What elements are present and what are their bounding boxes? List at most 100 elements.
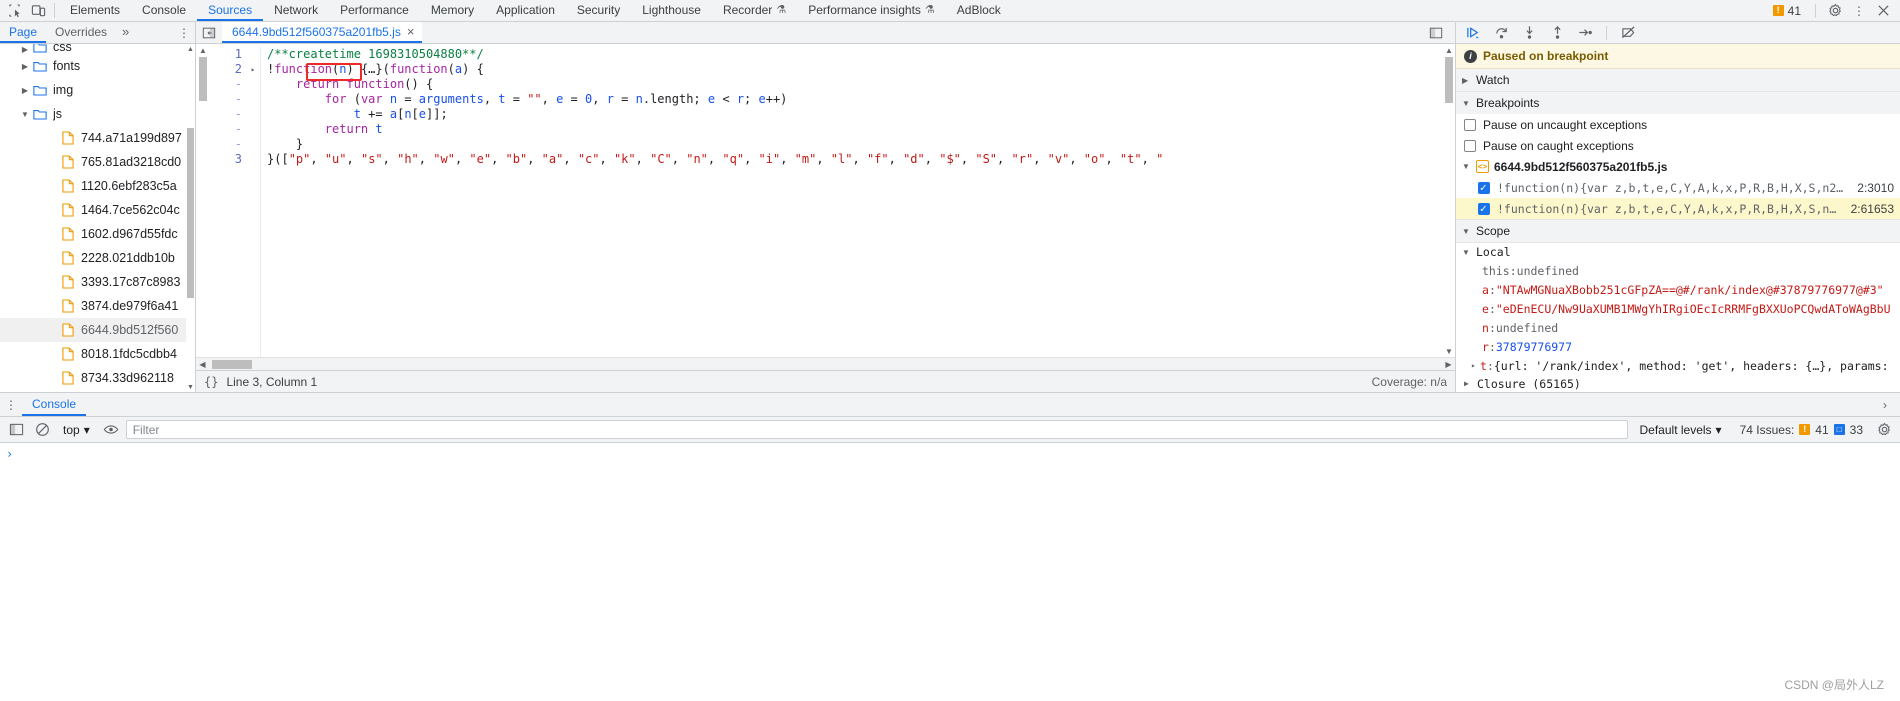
tree-file-item[interactable]: 9606.d7a9221c34 xyxy=(0,390,195,392)
scope-closure-row[interactable]: ▶ Closure (65165) xyxy=(1456,375,1900,392)
step-into-button[interactable] xyxy=(1516,23,1542,43)
pretty-print-icon[interactable]: {} xyxy=(204,375,218,389)
more-options-icon[interactable]: ⋮ xyxy=(1848,0,1870,22)
scroll-down-arrow[interactable]: ▼ xyxy=(186,382,195,392)
chevron-right-icon[interactable]: ▶ xyxy=(18,45,32,54)
scope-variable-row[interactable]: n: undefined xyxy=(1456,318,1900,337)
breakpoint-checkbox[interactable] xyxy=(1478,202,1490,216)
tree-folder-fonts[interactable]: ▶ fonts xyxy=(0,54,195,78)
console-levels-selector[interactable]: Default levels ▾ xyxy=(1632,423,1730,437)
pause-uncaught-row[interactable]: Pause on uncaught exceptions xyxy=(1456,114,1900,135)
breakpoint-item[interactable]: !function(n){var z,b,t,e,C,Y,A,k,x,P,R,B… xyxy=(1456,177,1900,198)
editor-scroll-thumb[interactable] xyxy=(1445,57,1453,103)
tree-file-item[interactable]: 6644.9bd512f560 xyxy=(0,318,195,342)
tree-file-item[interactable]: 8734.33d962118 xyxy=(0,366,195,390)
tab-console[interactable]: Console xyxy=(131,0,197,21)
close-icon[interactable] xyxy=(1872,0,1894,22)
tab-performance[interactable]: Performance xyxy=(329,0,420,21)
tree-file-item[interactable]: 1120.6ebf283c5a xyxy=(0,174,195,198)
execution-context-selector[interactable]: top ▾ xyxy=(57,423,96,437)
navigator-tab-overrides[interactable]: Overrides xyxy=(46,22,116,43)
navigator-options-icon[interactable]: ⋮ xyxy=(173,22,195,43)
warning-count-chip[interactable]: ! 41 xyxy=(1767,4,1807,18)
console-filter-input[interactable] xyxy=(125,420,1628,439)
tree-file-item[interactable]: 3874.de979f6a41 xyxy=(0,294,195,318)
gear-icon[interactable] xyxy=(1824,0,1846,22)
console-sidebar-icon[interactable] xyxy=(5,419,27,441)
tree-folder-css[interactable]: ▶ css xyxy=(0,44,195,54)
editor-left-scrollbar[interactable]: ▲ xyxy=(196,44,210,357)
editor-right-scrollbar[interactable]: ▲ ▼ xyxy=(1442,44,1455,357)
code-fold-arrow-icon[interactable]: ▸ xyxy=(246,62,260,77)
tree-file-item[interactable]: 1464.7ce562c04c xyxy=(0,198,195,222)
tab-elements[interactable]: Elements xyxy=(59,0,131,21)
watch-header[interactable]: ▶ Watch xyxy=(1456,69,1900,91)
tree-folder-img[interactable]: ▶ img xyxy=(0,78,195,102)
code-editor[interactable]: 12-----3 ▸ /**createtime 1698310504880**… xyxy=(210,44,1442,357)
scope-local-row[interactable]: ▼ Local xyxy=(1456,243,1900,261)
pause-uncaught-checkbox[interactable] xyxy=(1464,118,1476,131)
pause-caught-row[interactable]: Pause on caught exceptions xyxy=(1456,135,1900,156)
code-content[interactable]: /**createtime 1698310504880**/!function(… xyxy=(260,47,1442,357)
step-button[interactable] xyxy=(1572,23,1598,43)
scroll-up-arrow[interactable]: ▲ xyxy=(198,44,208,56)
breakpoint-item[interactable]: !function(n){var z,b,t,e,C,Y,A,k,x,P,R,B… xyxy=(1456,198,1900,219)
scroll-up-arrow[interactable]: ▲ xyxy=(1444,44,1454,56)
chevron-right-icon[interactable]: ▶ xyxy=(18,86,32,95)
tree-file-item[interactable]: 744.a71a199d897 xyxy=(0,126,195,150)
inspect-element-icon[interactable] xyxy=(6,3,22,19)
step-over-button[interactable] xyxy=(1488,23,1514,43)
show-navigator-icon[interactable] xyxy=(196,22,222,43)
tree-file-item[interactable]: 8018.1fdc5cdbb4 xyxy=(0,342,195,366)
navigator-scroll-thumb[interactable] xyxy=(187,128,194,298)
console-output[interactable]: › CSDN @局外人LZ xyxy=(0,443,1900,701)
code-fold-gutter[interactable]: ▸ xyxy=(246,47,260,357)
more-tabs-icon[interactable] xyxy=(1423,26,1449,40)
live-expression-icon[interactable] xyxy=(100,419,122,441)
scope-variable-row[interactable]: r: 37879776977 xyxy=(1456,337,1900,356)
tab-lighthouse[interactable]: Lighthouse xyxy=(631,0,712,21)
device-toolbar-icon[interactable] xyxy=(30,3,46,19)
tab-security[interactable]: Security xyxy=(566,0,631,21)
tab-sources[interactable]: Sources xyxy=(197,0,264,21)
console-settings-icon[interactable] xyxy=(1873,419,1895,441)
console-prompt[interactable]: › xyxy=(0,443,1900,465)
chevron-right-icon[interactable]: ▸ xyxy=(1471,361,1480,370)
chevron-down-icon[interactable]: ▼ xyxy=(18,110,32,119)
breakpoint-checkbox[interactable] xyxy=(1478,181,1490,195)
scope-variable-row[interactable]: ▸ t: {url: '/rank/index', method: 'get', … xyxy=(1456,356,1900,375)
drawer-tab-console[interactable]: Console xyxy=(22,393,87,416)
editor-scroll-thumb[interactable] xyxy=(199,57,207,101)
chevron-right-icon[interactable]: ▶ xyxy=(18,62,32,71)
scroll-right-arrow[interactable]: ▶ xyxy=(1442,358,1455,371)
scope-variable-row[interactable]: e: "eDEnECU/Nw9UaXUMB1MWgYhIRgiOEcIcRRMF… xyxy=(1456,299,1900,318)
editor-horizontal-scrollbar[interactable]: ◀ ▶ xyxy=(196,357,1455,370)
editor-tab-active[interactable]: 6644.9bd512f560375a201fb5.js × xyxy=(222,22,423,43)
navigator-scrollbar[interactable]: ▲ ▼ xyxy=(186,44,195,392)
tab-memory[interactable]: Memory xyxy=(420,0,485,21)
tree-file-item[interactable]: 2228.021ddb10b xyxy=(0,246,195,270)
scope-variable-row[interactable]: this: undefined xyxy=(1456,261,1900,280)
tab-adblock[interactable]: AdBlock xyxy=(946,0,1012,21)
tab-network[interactable]: Network xyxy=(263,0,329,21)
tree-file-item[interactable]: 765.81ad3218cd0 xyxy=(0,150,195,174)
tree-file-item[interactable]: 3393.17c87c8983 xyxy=(0,270,195,294)
close-icon[interactable]: × xyxy=(407,25,415,38)
tree-file-item[interactable]: 1602.d967d55fdc xyxy=(0,222,195,246)
breakpoints-header[interactable]: ▼ Breakpoints xyxy=(1456,92,1900,114)
clear-console-icon[interactable] xyxy=(31,419,53,441)
scroll-down-arrow[interactable]: ▼ xyxy=(1444,345,1454,357)
resume-script-button[interactable] xyxy=(1460,23,1486,43)
scope-header[interactable]: ▼ Scope xyxy=(1456,220,1900,242)
tree-folder-js[interactable]: ▼ js xyxy=(0,102,195,126)
tab-performance-insights[interactable]: Performance insights ⚗ xyxy=(797,0,946,21)
navigator-more-tabs-icon[interactable]: » xyxy=(116,22,135,43)
navigator-tab-page[interactable]: Page xyxy=(0,22,47,43)
tab-recorder[interactable]: Recorder ⚗ xyxy=(712,0,797,21)
scroll-left-arrow[interactable]: ◀ xyxy=(196,358,209,371)
step-out-button[interactable] xyxy=(1544,23,1570,43)
drawer-options-icon[interactable]: ⋮ xyxy=(0,393,22,416)
deactivate-breakpoints-button[interactable] xyxy=(1615,23,1641,43)
scroll-up-arrow[interactable]: ▲ xyxy=(186,44,195,54)
editor-hscroll-thumb[interactable] xyxy=(212,360,252,369)
